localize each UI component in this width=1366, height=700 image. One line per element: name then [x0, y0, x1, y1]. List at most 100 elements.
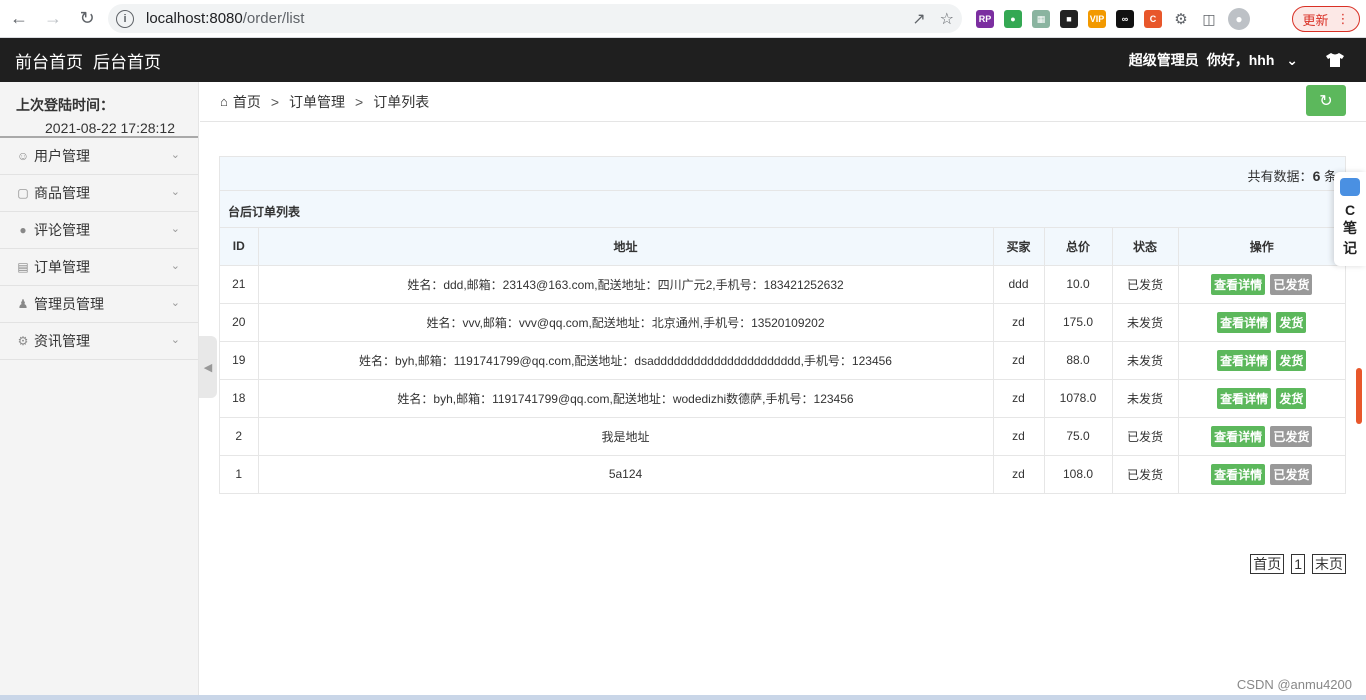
- cell-status: 未发货: [1111, 302, 1179, 342]
- table-row: 19 姓名：byh,邮箱：1191741799@qq.com,配送地址：dsadd…: [220, 340, 1345, 380]
- view-detail-button[interactable]: 查看详情: [1217, 311, 1272, 333]
- view-detail-button[interactable]: 查看详情: [1211, 273, 1266, 295]
- forward-arrow-icon[interactable]: →: [38, 4, 68, 34]
- chevron-down-icon: ⌄: [170, 260, 180, 272]
- sidebar-collapse-handle[interactable]: ◀: [199, 336, 217, 398]
- cell-total: 1078.0: [1043, 378, 1113, 418]
- chat-extension-icon[interactable]: ●: [1004, 10, 1022, 28]
- axure-extension-icon[interactable]: RP: [976, 10, 994, 28]
- cell-actions: 查看详情 已发货: [1177, 416, 1345, 456]
- vip-extension-icon[interactable]: VIP: [1088, 10, 1106, 28]
- sidebar-item-admins[interactable]: ♟ 管理员管理 ⌄: [0, 286, 198, 323]
- note-text-2: 记: [1343, 240, 1357, 256]
- breadcrumb-home[interactable]: 首页: [233, 92, 261, 112]
- game-extension-icon[interactable]: ■: [1060, 10, 1078, 28]
- note-letter: C: [1344, 202, 1356, 218]
- browser-toolbar: ← → ↻ i localhost:8080/order/list ↗ ☆ RP…: [0, 0, 1366, 38]
- sidebar-item-news[interactable]: ⚙ 资讯管理 ⌄: [0, 323, 198, 360]
- cell-id: 19: [220, 340, 259, 380]
- cell-actions: 查看详情 发货: [1177, 378, 1345, 418]
- view-detail-button[interactable]: 查看详情: [1211, 425, 1266, 447]
- first-page-button[interactable]: 首页: [1250, 554, 1285, 574]
- refresh-button[interactable]: ↻: [1306, 85, 1346, 116]
- cell-id: 20: [220, 302, 259, 342]
- cell-status: 未发货: [1111, 378, 1179, 418]
- cell-id: 18: [220, 378, 259, 418]
- sidebar-item-label: 管理员管理: [34, 296, 104, 312]
- cell-actions: 查看详情 已发货: [1177, 264, 1345, 304]
- reload-icon[interactable]: ↻: [72, 4, 102, 34]
- shipped-button[interactable]: 已发货: [1270, 273, 1313, 295]
- refresh-icon: ↻: [1319, 92, 1333, 110]
- gear-icon: ⚙: [17, 334, 29, 348]
- sidebar: 上次登陆时间： 2021-08-22 17:28:12 ☺ 用户管理 ⌄ ▢ 商…: [0, 82, 199, 700]
- user-icon: ☺: [16, 149, 30, 163]
- taskbar-strip: [0, 695, 1366, 700]
- sidebar-item-label: 订单管理: [34, 259, 90, 275]
- view-detail-button[interactable]: 查看详情: [1217, 349, 1272, 371]
- shipped-button[interactable]: 已发货: [1270, 463, 1313, 485]
- last-login-label: 上次登陆时间：: [16, 97, 114, 113]
- sidebar-item-orders[interactable]: ▤ 订单管理 ⌄: [0, 249, 198, 286]
- breadcrumb-orders[interactable]: 订单管理: [289, 92, 345, 112]
- panel-toolbar: 共有数据：6 条: [220, 157, 1345, 191]
- tshirt-icon[interactable]: [1326, 53, 1344, 67]
- table-row: 1 5a124 zd 108.0 已发货 查看详情 已发货: [220, 454, 1345, 493]
- address-bar[interactable]: i localhost:8080/order/list ↗ ☆: [108, 4, 962, 33]
- update-button[interactable]: 更新 ⋮: [1292, 6, 1360, 32]
- back-arrow-icon[interactable]: ←: [4, 4, 34, 34]
- admin-icon: ♟: [17, 297, 29, 311]
- cell-actions: 查看详情 发货: [1177, 340, 1345, 380]
- ship-button[interactable]: 发货: [1276, 387, 1307, 409]
- url-host: localhost:8080: [146, 10, 243, 27]
- cell-total: 88.0: [1043, 340, 1113, 380]
- table-row: 2 我是地址 zd 75.0 已发货 查看详情 已发货: [220, 416, 1345, 456]
- page-1-button[interactable]: 1: [1291, 554, 1305, 574]
- url-text[interactable]: localhost:8080/order/list: [146, 10, 304, 27]
- floating-scroll-indicator[interactable]: [1356, 368, 1362, 424]
- last-page-button[interactable]: 末页: [1312, 554, 1346, 574]
- share-icon[interactable]: ↗: [912, 9, 925, 29]
- sidepanel-icon[interactable]: ◫: [1200, 10, 1218, 28]
- chevron-down-icon: ⌄: [170, 186, 180, 198]
- column-header-status: 状态: [1111, 228, 1179, 266]
- shipped-button[interactable]: 已发货: [1270, 425, 1313, 447]
- order-list-panel: 共有数据：6 条 台后订单列表 ID 地址 买家 总价 状态 操作 21 姓名：d…: [219, 156, 1346, 494]
- csdn-extension-icon[interactable]: C: [1144, 10, 1162, 28]
- sidebar-item-users[interactable]: ☺ 用户管理 ⌄: [0, 138, 198, 175]
- last-login-box: 上次登陆时间： 2021-08-22 17:28:12: [0, 82, 198, 138]
- url-path: /order/list: [242, 10, 305, 27]
- site-info-icon[interactable]: i: [116, 9, 134, 28]
- bookmark-star-icon[interactable]: ☆: [940, 9, 954, 29]
- backend-home-link[interactable]: 后台首页: [93, 48, 161, 73]
- view-detail-button[interactable]: 查看详情: [1211, 463, 1266, 485]
- cell-address: 5a124: [257, 454, 994, 493]
- infinity-extension-icon[interactable]: ∞: [1116, 10, 1134, 28]
- ship-button[interactable]: 发货: [1276, 349, 1307, 371]
- frontend-home-link[interactable]: 前台首页: [15, 48, 83, 73]
- view-detail-button[interactable]: 查看详情: [1217, 387, 1272, 409]
- chevron-down-icon: ⌄: [170, 223, 180, 235]
- puzzle-extensions-icon[interactable]: ⚙: [1172, 10, 1190, 28]
- image-extension-icon[interactable]: ▦: [1032, 10, 1050, 28]
- more-menu-icon[interactable]: ⋮: [1337, 11, 1350, 27]
- cell-actions: 查看详情 已发货: [1177, 454, 1345, 493]
- user-menu[interactable]: 你好，hhh ⌄: [1207, 50, 1306, 70]
- profile-avatar-icon[interactable]: ●: [1228, 8, 1250, 30]
- cell-total: 10.0: [1043, 264, 1113, 304]
- ship-button[interactable]: 发货: [1276, 311, 1307, 333]
- cell-buyer: zd: [992, 302, 1045, 342]
- update-label: 更新: [1302, 12, 1329, 28]
- breadcrumb-order-list: 订单列表: [373, 93, 430, 110]
- note-text-1: 笔: [1343, 220, 1357, 236]
- note-widget[interactable]: C 笔 记: [1334, 172, 1366, 266]
- sidebar-item-label: 评论管理: [34, 222, 90, 238]
- sidebar-item-comments[interactable]: ● 评论管理 ⌄: [0, 212, 198, 249]
- cell-address: 姓名：ddd,邮箱：23143@163.com,配送地址：四川广元2,手机号：1…: [257, 264, 994, 304]
- sidebar-item-products[interactable]: ▢ 商品管理 ⌄: [0, 175, 198, 212]
- total-label: 共有数据：: [1247, 169, 1313, 184]
- breadcrumb-separator: >: [270, 93, 280, 110]
- greeting-label: 你好，hhh: [1206, 52, 1275, 68]
- cell-status: 已发货: [1111, 454, 1179, 493]
- cell-buyer: zd: [992, 378, 1045, 418]
